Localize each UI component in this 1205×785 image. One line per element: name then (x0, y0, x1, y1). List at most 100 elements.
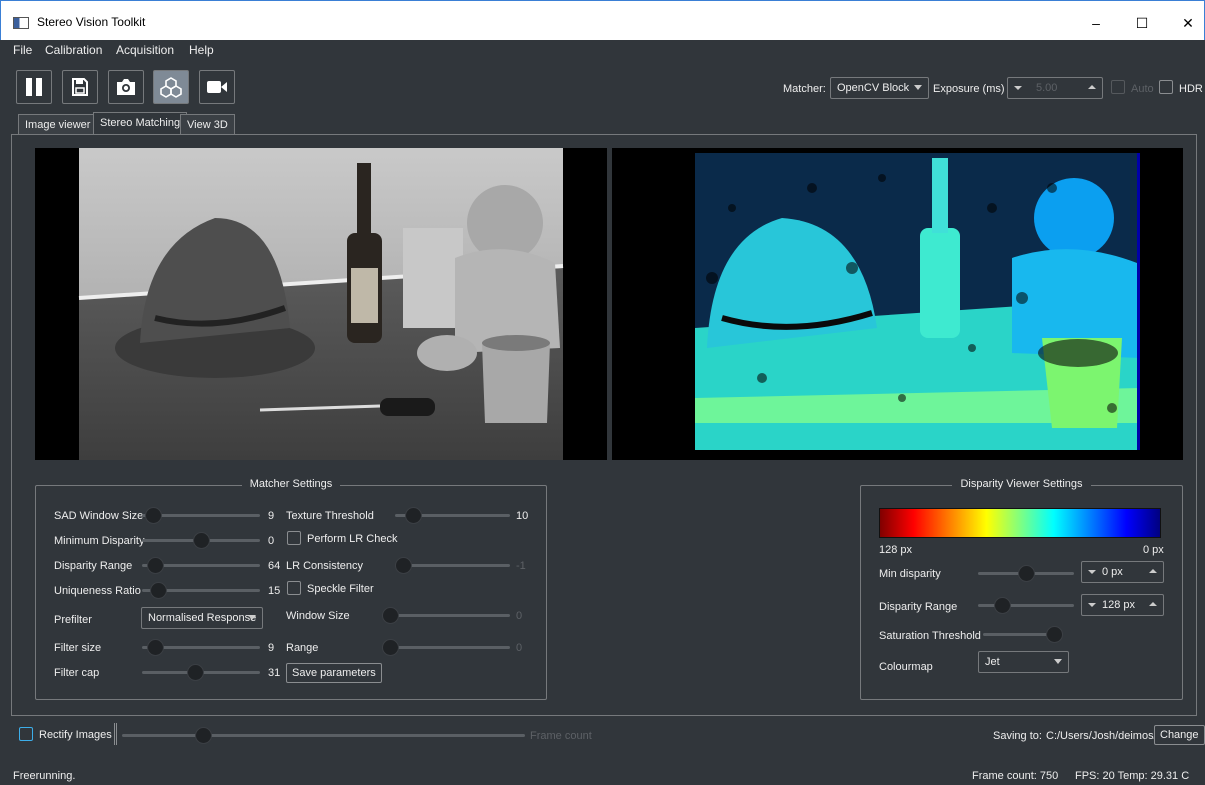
uniqueness-value: 15 (268, 585, 281, 597)
slider-handle[interactable] (145, 507, 162, 524)
range-slider[interactable] (382, 638, 510, 656)
speckle-filter-checkbox[interactable] (287, 581, 301, 595)
saturation-threshold-slider[interactable] (983, 625, 1063, 643)
menu-help[interactable]: Help (189, 43, 214, 57)
exposure-value: 5.00 (1036, 82, 1058, 94)
filter-cap-label: Filter cap (54, 667, 100, 679)
min-disparity-label: Minimum Disparity (54, 535, 145, 547)
slider-handle[interactable] (187, 664, 204, 681)
lr-consistency-label: LR Consistency (286, 560, 364, 572)
auto-exposure-checkbox[interactable] (1111, 80, 1125, 94)
slider-handle[interactable] (193, 532, 210, 549)
slider-handle[interactable] (382, 607, 399, 624)
disparity-range-slider[interactable] (142, 556, 260, 574)
spin-down-icon[interactable] (1088, 603, 1096, 607)
viewer-min-disparity-spinbox[interactable]: 0 px (1081, 561, 1164, 583)
save-image-button[interactable] (62, 70, 98, 104)
frame-count-placeholder: Frame count (530, 730, 592, 742)
viewer-disparity-range-slider[interactable] (978, 596, 1074, 614)
frame-count-status: Frame count: 750 (972, 770, 1059, 782)
colourmap-value: Jet (985, 656, 1000, 668)
sad-window-slider[interactable] (142, 506, 260, 524)
slider-handle[interactable] (147, 639, 164, 656)
title-bar: Stereo Vision Toolkit – ☐ ✕ (0, 0, 1205, 40)
range-label: Range (286, 642, 319, 654)
viewer-disparity-range-spinbox[interactable]: 128 px (1081, 594, 1164, 616)
slider-handle[interactable] (195, 727, 212, 744)
change-folder-button[interactable]: Change (1154, 725, 1205, 745)
app-icon (13, 17, 29, 29)
main-window: File Calibration Acquisition Help Matche… (0, 40, 1205, 785)
auto-label: Auto (1131, 83, 1154, 95)
lr-consistency-slider[interactable] (395, 556, 510, 574)
window-size-slider[interactable] (382, 606, 510, 624)
record-video-button[interactable] (199, 70, 235, 104)
camera-icon (117, 79, 135, 95)
slider-handle[interactable] (147, 557, 164, 574)
uniqueness-label: Uniqueness Ratio (54, 585, 141, 597)
hdr-checkbox[interactable] (1159, 80, 1173, 94)
disparity-range-value: 64 (268, 560, 281, 572)
menu-calibration[interactable]: Calibration (45, 43, 102, 57)
matcher-settings-title: Matcher Settings (241, 478, 341, 490)
texture-threshold-slider[interactable] (395, 506, 510, 524)
speckle-filter-label: Speckle Filter (307, 583, 374, 595)
slider-handle[interactable] (994, 597, 1011, 614)
chevron-down-icon (248, 615, 256, 620)
splitter-handle[interactable] (114, 723, 117, 745)
tab-view-3d[interactable]: View 3D (180, 114, 235, 134)
min-disparity-slider[interactable] (142, 531, 260, 549)
lr-consistency-value: -1 (516, 560, 526, 572)
matcher-label: Matcher: (783, 83, 826, 95)
slider-handle[interactable] (1018, 565, 1035, 582)
filter-size-slider[interactable] (142, 638, 260, 656)
slider-handle[interactable] (382, 639, 399, 656)
matcher-select[interactable]: OpenCV Block (830, 77, 929, 99)
slider-handle[interactable] (1046, 626, 1063, 643)
spin-down-icon[interactable] (1014, 86, 1022, 90)
filter-cap-slider[interactable] (142, 663, 260, 681)
perform-lr-check-checkbox[interactable] (287, 531, 301, 545)
uniqueness-slider[interactable] (142, 581, 260, 599)
save-parameters-button[interactable]: Save parameters (286, 663, 382, 683)
menu-acquisition[interactable]: Acquisition (116, 43, 174, 57)
colourmap-select[interactable]: Jet (978, 651, 1069, 673)
pause-button[interactable] (16, 70, 52, 104)
capture-button[interactable] (108, 70, 144, 104)
prefilter-select[interactable]: Normalised Response (141, 607, 263, 629)
maximize-button[interactable]: ☐ (1119, 9, 1165, 37)
rectify-images-checkbox[interactable] (19, 727, 33, 741)
stereo-match-button[interactable] (153, 70, 189, 104)
slider-handle[interactable] (150, 582, 167, 599)
disparity-viewer-settings-title: Disparity Viewer Settings (952, 478, 1091, 490)
viewer-min-disparity-label: Min disparity (879, 568, 941, 580)
spin-up-icon[interactable] (1149, 569, 1157, 573)
tab-image-viewer[interactable]: Image viewer (18, 114, 98, 134)
minimize-button[interactable]: – (1073, 9, 1119, 37)
spin-up-icon[interactable] (1149, 602, 1157, 606)
exposure-label: Exposure (ms) (933, 83, 1005, 95)
frame-position-slider[interactable] (122, 726, 525, 744)
viewer-min-disparity-slider[interactable] (978, 564, 1074, 582)
fps-temp-status: FPS: 20 Temp: 29.31 C (1075, 770, 1190, 782)
texture-threshold-value: 10 (516, 510, 529, 522)
save-icon (72, 78, 88, 96)
close-button[interactable]: ✕ (1165, 9, 1205, 37)
menu-bar: File Calibration Acquisition Help (0, 40, 1205, 60)
exposure-spinbox[interactable]: 5.00 (1007, 77, 1103, 99)
menu-file[interactable]: File (13, 43, 32, 57)
sad-window-value: 9 (268, 510, 275, 522)
disparity-image (695, 153, 1140, 450)
window-title: Stereo Vision Toolkit (37, 15, 146, 29)
hdr-label: HDR (1179, 83, 1203, 95)
saving-to-label: Saving to: (993, 730, 1042, 742)
slider-handle[interactable] (395, 557, 412, 574)
filter-size-value: 9 (268, 642, 275, 654)
left-camera-view (35, 148, 607, 460)
window-size-label: Window Size (286, 610, 350, 622)
slider-handle[interactable] (405, 507, 422, 524)
tab-stereo-matching[interactable]: Stereo Matching (93, 112, 188, 135)
spin-up-icon[interactable] (1088, 85, 1096, 89)
prefilter-label: Prefilter (54, 614, 92, 626)
spin-down-icon[interactable] (1088, 570, 1096, 574)
